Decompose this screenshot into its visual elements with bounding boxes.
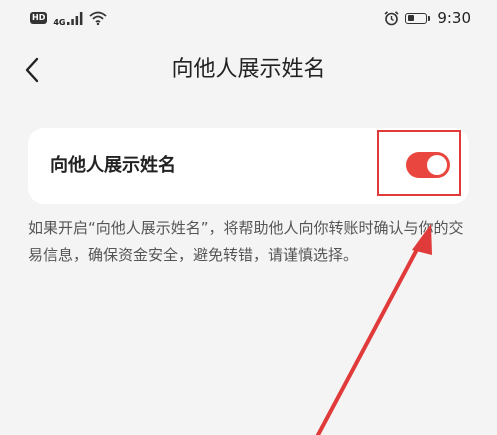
status-bar: HD 4G 9:30: [0, 0, 497, 36]
chevron-left-icon: [25, 57, 39, 83]
setting-label: 向他人展示姓名: [50, 155, 176, 176]
battery-level: [407, 15, 414, 21]
back-button[interactable]: [14, 50, 50, 90]
status-left: HD 4G: [30, 9, 108, 27]
show-name-toggle[interactable]: [406, 152, 450, 178]
status-right: 9:30: [384, 9, 471, 27]
alarm-icon: [384, 10, 399, 25]
setting-description: 如果开启“向他人展示姓名”，将帮助他人向你转账时确认与你的交易信息，确保资金安全…: [28, 219, 464, 264]
show-name-setting-card: 向他人展示姓名: [28, 128, 469, 204]
status-time: 9:30: [437, 9, 471, 27]
hd-badge: HD: [30, 12, 48, 24]
network-label: 4G: [53, 18, 66, 27]
page-title: 向他人展示姓名: [171, 57, 326, 82]
wifi-icon: [89, 11, 108, 25]
toggle-knob: [427, 155, 447, 175]
nav-bar: 向他人展示姓名: [0, 40, 497, 100]
signal-icon: [67, 11, 83, 25]
battery-icon: [405, 12, 431, 24]
